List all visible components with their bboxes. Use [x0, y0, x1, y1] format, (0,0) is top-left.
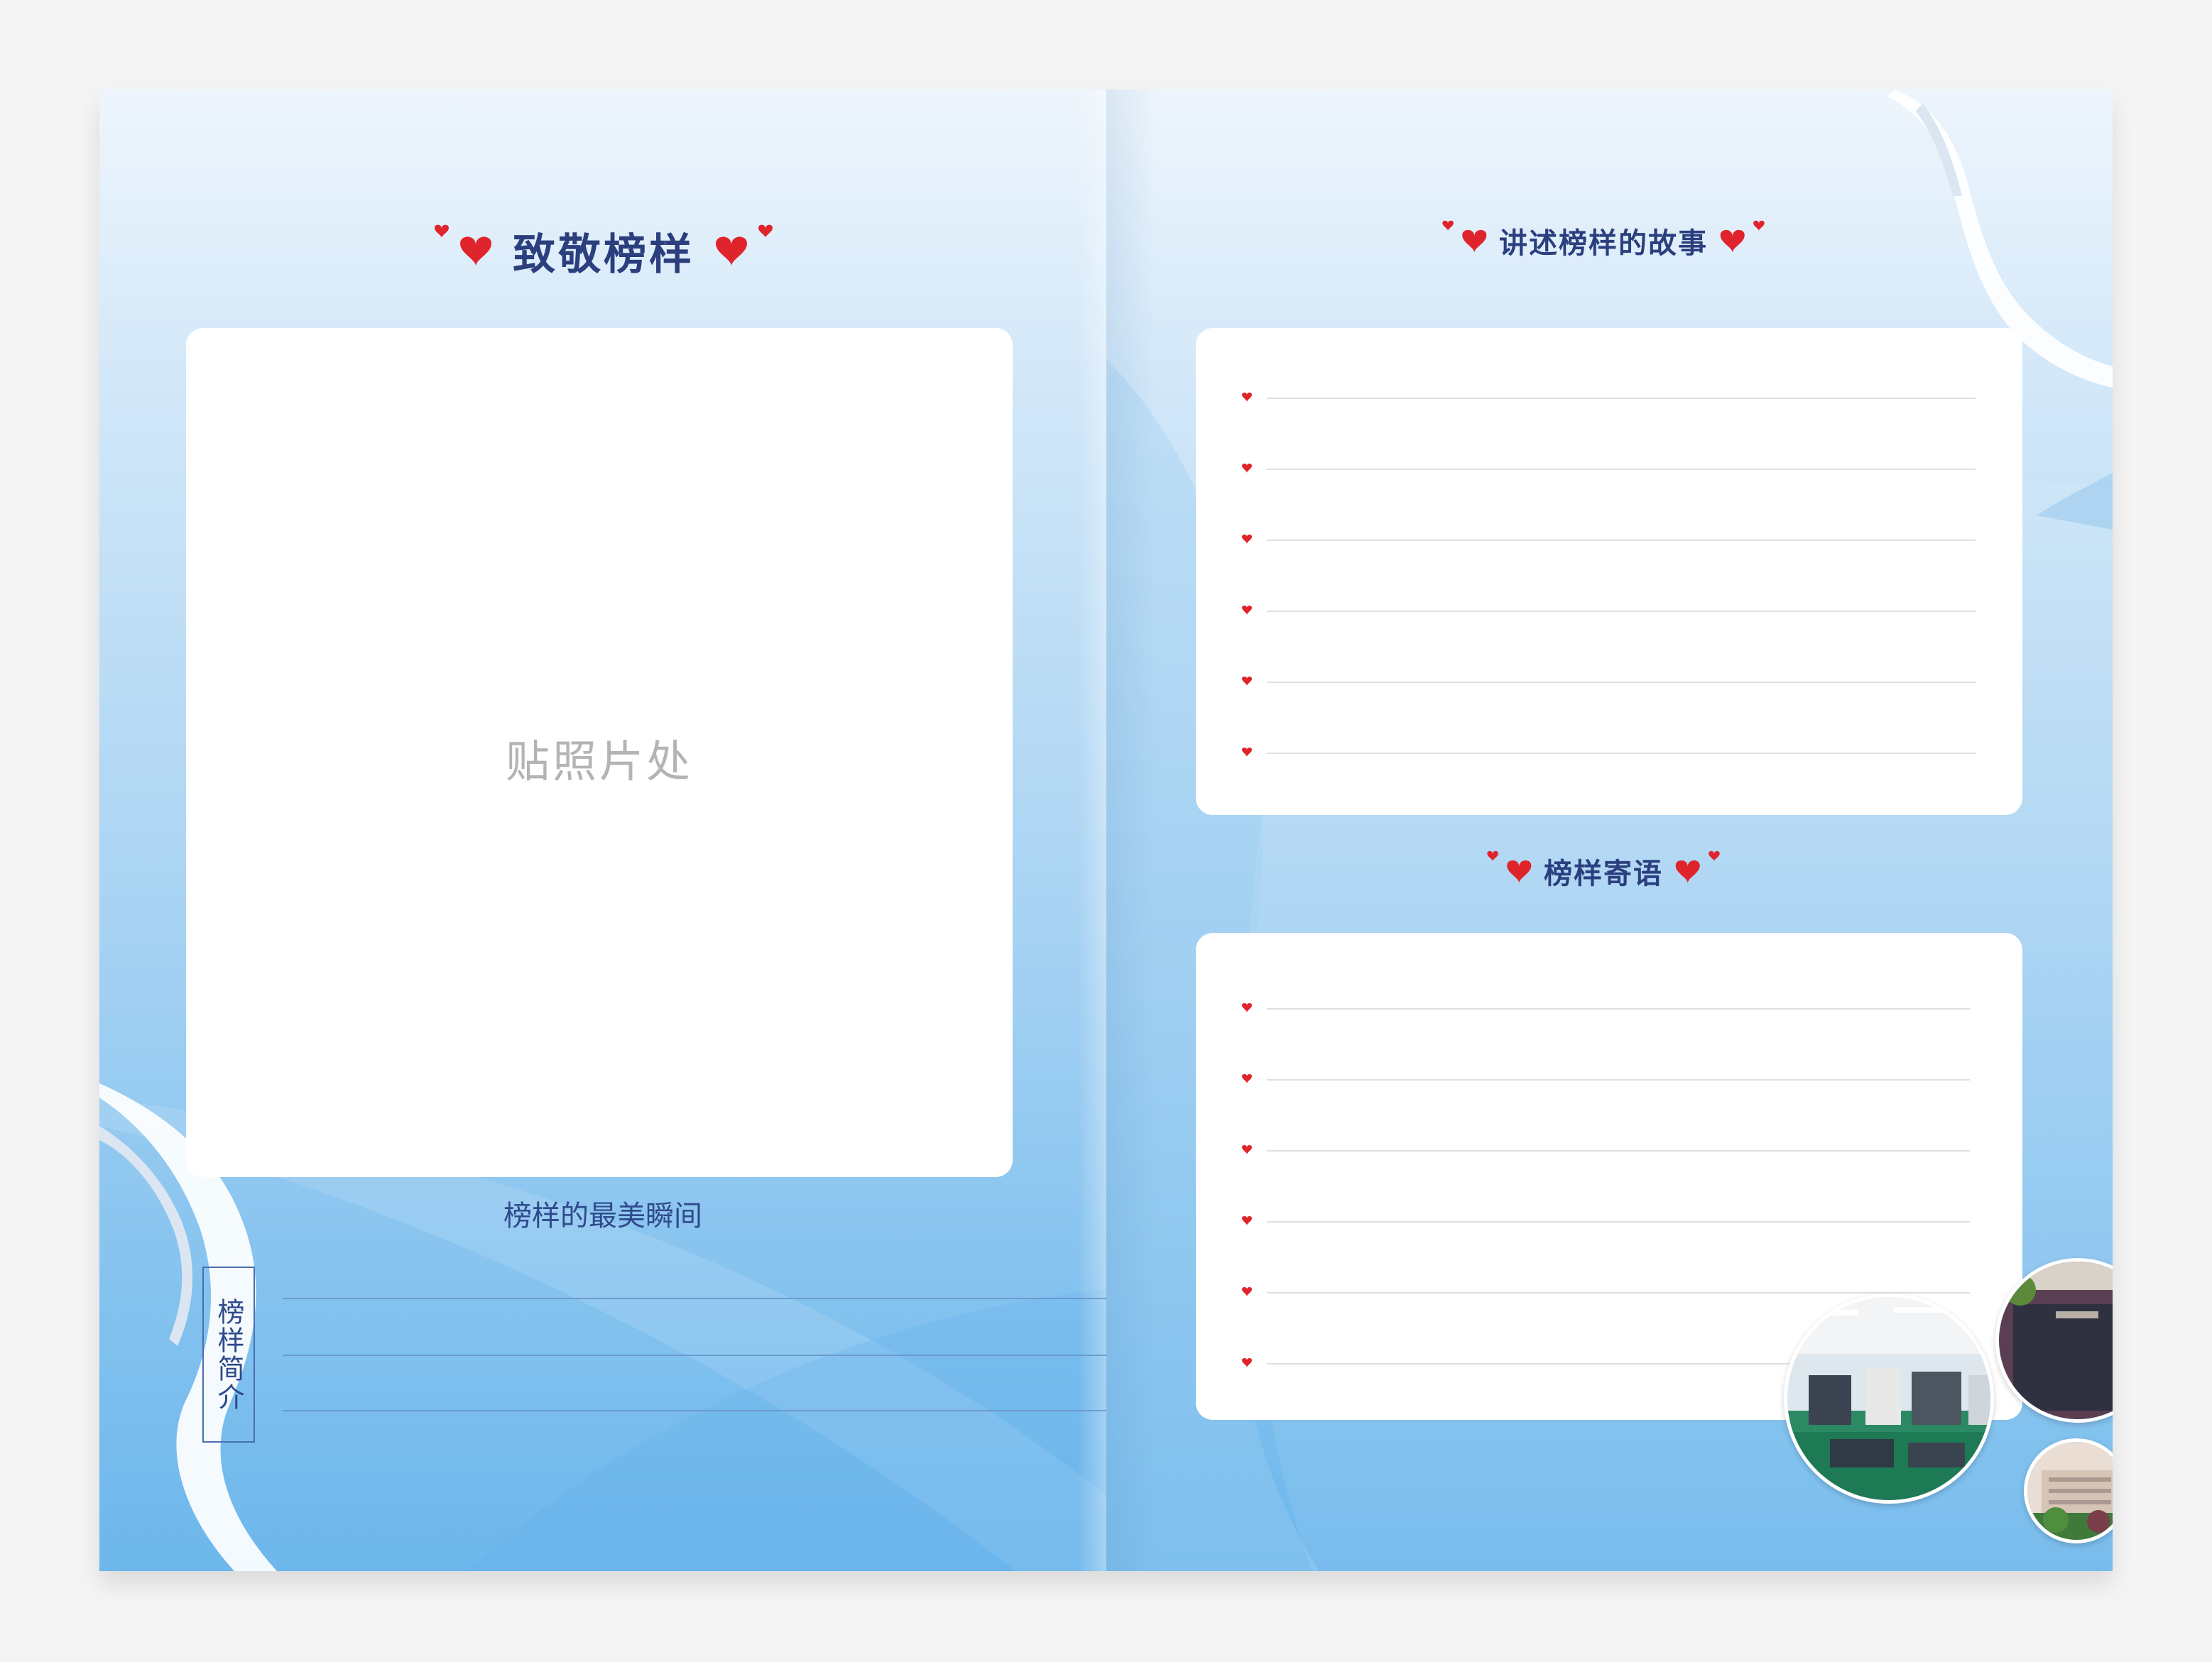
heart-icon	[1242, 464, 1252, 473]
story-title-row: 讲述榜样的故事	[1405, 209, 1802, 273]
heart-icon	[1242, 535, 1252, 544]
heart-icon	[1242, 1216, 1252, 1225]
heart-icon	[1487, 851, 1532, 884]
heart-icon	[1675, 851, 1720, 884]
message-line[interactable]	[1241, 1144, 1970, 1159]
heart-icon	[1242, 1145, 1252, 1154]
heart-icon	[1242, 748, 1252, 757]
message-title: 榜样寄语	[1544, 857, 1663, 890]
left-title-row: 致敬榜样	[412, 212, 795, 290]
photo-frame[interactable]: 贴照片处	[186, 328, 1013, 1177]
bio-line-3[interactable]	[283, 1410, 1106, 1411]
story-title: 讲述榜样的故事	[1499, 226, 1708, 260]
story-line[interactable]	[1241, 392, 1976, 406]
message-line[interactable]	[1241, 1002, 1970, 1017]
heart-icon	[1242, 606, 1252, 615]
bio-line-1[interactable]	[283, 1298, 1106, 1299]
bio-line-2[interactable]	[283, 1355, 1106, 1356]
heart-icon	[1242, 1074, 1252, 1083]
bio-label: 榜样简介	[202, 1267, 255, 1443]
heart-icon	[1242, 677, 1252, 686]
message-line[interactable]	[1241, 1215, 1970, 1230]
message-title-row: 榜样寄语	[1447, 839, 1760, 903]
page-title: 致敬榜样	[513, 229, 694, 280]
heart-icon	[1442, 220, 1487, 253]
story-line[interactable]	[1241, 534, 1976, 548]
left-page: 致敬榜样 贴照片处 榜样的最美瞬间 榜样简介	[99, 89, 1107, 1571]
photo-placeholder-text: 贴照片处	[505, 736, 693, 787]
heart-icon	[1242, 393, 1252, 402]
heart-icon	[1242, 1003, 1252, 1012]
right-page: 讲述榜样的故事 榜样寄语	[1106, 89, 2113, 1571]
heart-icon	[435, 224, 491, 266]
heart-icon	[1720, 220, 1765, 253]
story-line[interactable]	[1241, 605, 1976, 619]
story-line[interactable]	[1241, 463, 1976, 477]
brochure-spread: 致敬榜样 贴照片处 榜样的最美瞬间 榜样简介 讲述榜样的故事 榜样寄语	[99, 89, 2113, 1571]
heart-icon	[1242, 1358, 1252, 1367]
message-line[interactable]	[1241, 1073, 1970, 1088]
heart-icon	[716, 224, 773, 266]
factory-photo	[1784, 1294, 1994, 1504]
heart-icon	[1242, 1287, 1252, 1296]
story-line[interactable]	[1241, 676, 1976, 690]
story-card	[1196, 328, 2022, 815]
story-line[interactable]	[1241, 747, 1976, 761]
photo-caption: 榜样的最美瞬间	[503, 1200, 702, 1232]
